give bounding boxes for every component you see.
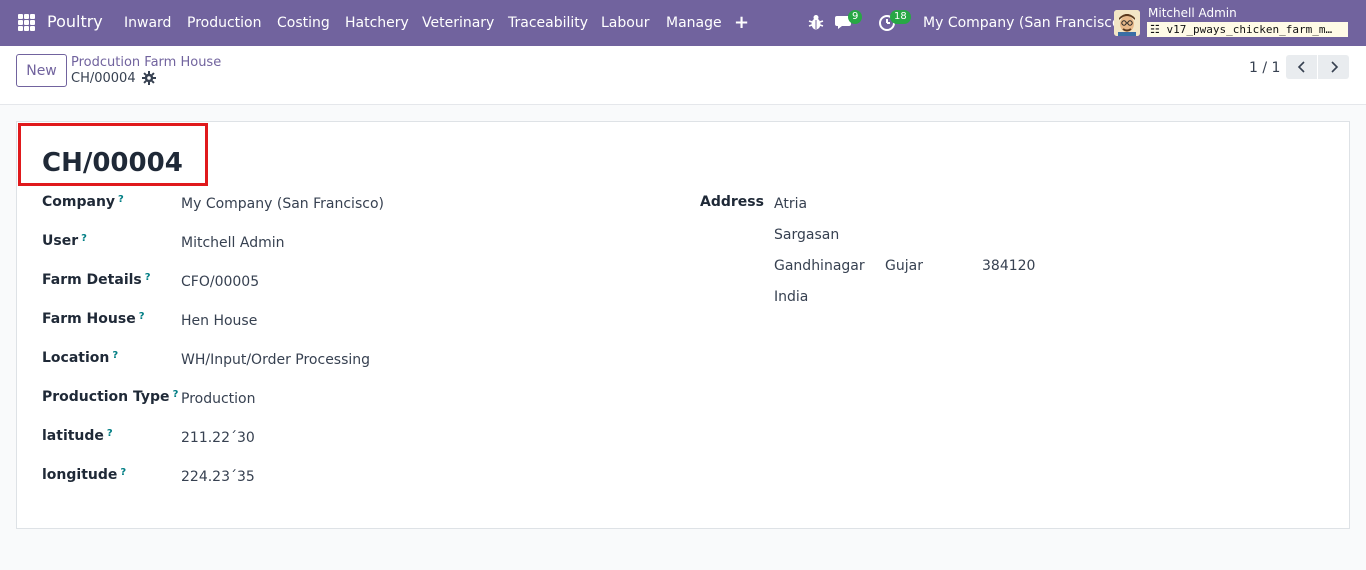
menu-traceability[interactable]: Traceability xyxy=(508,15,588,31)
address-state[interactable]: Gujarat xyxy=(885,258,923,274)
breadcrumb-current: CH/00004 xyxy=(71,71,136,86)
chevron-right-icon xyxy=(1330,61,1338,73)
plus-icon[interactable]: + xyxy=(734,12,749,33)
menu-inward[interactable]: Inward xyxy=(124,15,171,31)
help-tooltip-icon[interactable]: ? xyxy=(120,467,126,478)
form-sheet: CH/00004 Company? My Company (San Franci… xyxy=(16,121,1350,529)
field-label-latitude: latitude? xyxy=(42,428,113,444)
field-value-farm-house[interactable]: Hen House xyxy=(181,313,257,329)
field-label-address: Address xyxy=(700,194,764,210)
menu-labour[interactable]: Labour xyxy=(601,15,649,31)
bug-icon[interactable] xyxy=(808,13,824,31)
control-panel: New Prodcution Farm House CH/00004 1 / 1 xyxy=(0,46,1366,105)
pager-previous-button[interactable] xyxy=(1286,55,1317,79)
new-button[interactable]: New xyxy=(16,54,67,87)
pager-next-button[interactable] xyxy=(1318,55,1349,79)
app-brand[interactable]: Poultry xyxy=(47,12,103,31)
field-label-production-type: Production Type? xyxy=(42,389,179,405)
field-label-farm-house: Farm House? xyxy=(42,311,145,327)
chevron-left-icon xyxy=(1297,61,1305,73)
menu-manage[interactable]: Manage xyxy=(666,15,722,31)
help-tooltip-icon[interactable]: ? xyxy=(81,233,87,244)
user-name[interactable]: Mitchell Admin xyxy=(1148,6,1237,20)
menu-hatchery[interactable]: Hatchery xyxy=(345,15,409,31)
help-tooltip-icon[interactable]: ? xyxy=(145,272,151,283)
address-street2[interactable]: Sargasan xyxy=(774,227,839,243)
help-tooltip-icon[interactable]: ? xyxy=(173,389,179,400)
field-label-user: User? xyxy=(42,233,87,249)
top-navbar: Poultry Inward Production Costing Hatche… xyxy=(0,0,1366,46)
apps-menu-icon[interactable] xyxy=(18,14,35,31)
field-label-longitude: longitude? xyxy=(42,467,127,483)
address-country[interactable]: India xyxy=(774,289,808,305)
menu-production[interactable]: Production xyxy=(187,15,261,31)
address-street[interactable]: Atria xyxy=(774,196,807,212)
field-value-latitude[interactable]: 211.22´30 xyxy=(181,430,255,446)
field-label-location: Location? xyxy=(42,350,119,366)
field-value-company[interactable]: My Company (San Francisco) xyxy=(181,196,384,212)
menu-costing[interactable]: Costing xyxy=(277,15,330,31)
help-tooltip-icon[interactable]: ? xyxy=(118,194,124,205)
help-tooltip-icon[interactable]: ? xyxy=(112,350,118,361)
company-switcher[interactable]: My Company (San Francisco) xyxy=(923,15,1126,31)
field-value-user[interactable]: Mitchell Admin xyxy=(181,235,285,251)
database-name-chip: ☷ v17_pways_chicken_farm_m… xyxy=(1147,22,1348,37)
field-value-farm-details[interactable]: CFO/00005 xyxy=(181,274,259,290)
pager-value[interactable]: 1 / 1 xyxy=(1249,60,1280,76)
messages-count-badge: 9 xyxy=(848,10,863,24)
gear-icon[interactable] xyxy=(142,71,156,85)
field-value-production-type[interactable]: Production xyxy=(181,391,255,407)
activities-count-badge: 18 xyxy=(890,10,911,24)
field-value-longitude[interactable]: 224.23´35 xyxy=(181,469,255,485)
field-value-location[interactable]: WH/Input/Order Processing xyxy=(181,352,370,368)
menu-veterinary[interactable]: Veterinary xyxy=(422,15,494,31)
field-label-company: Company? xyxy=(42,194,124,210)
address-zip[interactable]: 384120 xyxy=(982,258,1035,274)
database-icon: ☷ xyxy=(1150,23,1160,36)
field-label-farm-details: Farm Details? xyxy=(42,272,151,288)
record-title[interactable]: CH/00004 xyxy=(42,148,183,178)
help-tooltip-icon[interactable]: ? xyxy=(139,311,145,322)
breadcrumb-parent-link[interactable]: Prodcution Farm House xyxy=(71,55,221,70)
user-avatar[interactable] xyxy=(1114,10,1140,36)
help-tooltip-icon[interactable]: ? xyxy=(107,428,113,439)
address-city[interactable]: Gandhinagar xyxy=(774,258,865,274)
database-name: v17_pways_chicken_farm_m… xyxy=(1166,23,1333,36)
